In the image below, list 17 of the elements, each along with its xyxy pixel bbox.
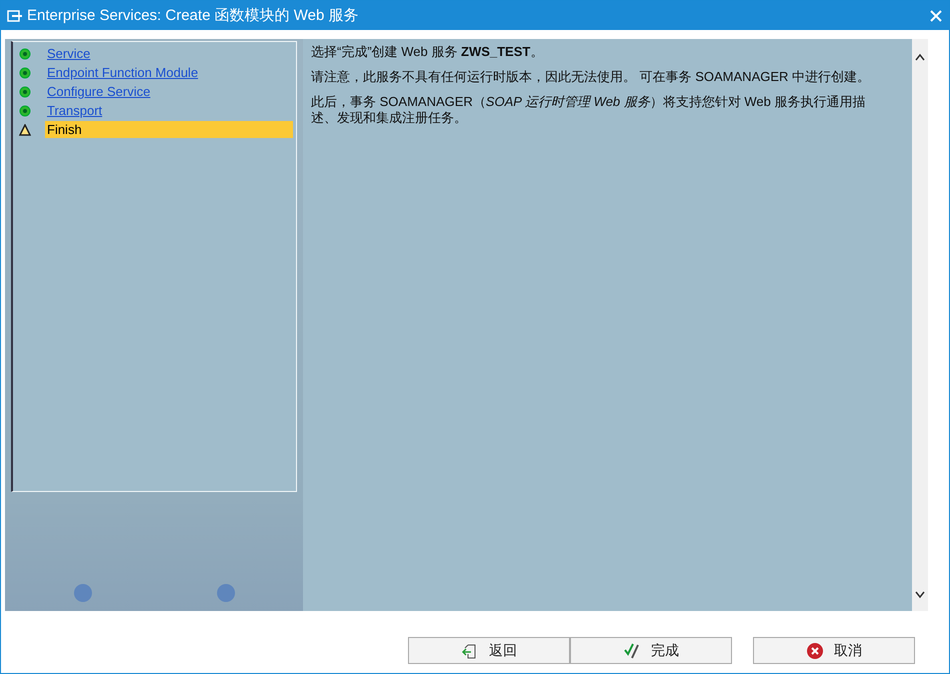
checkmark-pen-icon: [623, 642, 641, 660]
cancel-icon: [806, 642, 824, 660]
sphere-icon: [216, 583, 236, 603]
window-icon: [7, 8, 23, 22]
scrollbar[interactable]: [912, 39, 928, 611]
sphere-icon: [72, 583, 92, 603]
action-button[interactable]: 完成: [570, 637, 732, 664]
info-paragraph: 此后，事务 SOAMANAGER（SOAP 运行时管理 Web 服务）将支持您针对 Web 服务执行通用描述、发现和集成注册任务。: [311, 94, 866, 126]
action-button[interactable]: 返回: [408, 637, 570, 664]
info-paragraph: 选择“完成”创建 Web 服务 ZWS_TEST。: [311, 44, 544, 60]
action-button[interactable]: 取消: [753, 637, 915, 664]
close-icon[interactable]: [929, 8, 943, 22]
scroll-up-icon[interactable]: [915, 53, 925, 61]
window-title: Enterprise Services: Create 函数模块的 Web 服务: [27, 6, 360, 25]
info-paragraph: 请注意，此服务不具有任何运行时版本，因此无法使用。 可在事务 SOAMANAGER 中进行创建。: [311, 69, 872, 85]
step-link[interactable]: Finish: [45, 121, 293, 138]
scroll-down-icon[interactable]: [915, 591, 925, 599]
